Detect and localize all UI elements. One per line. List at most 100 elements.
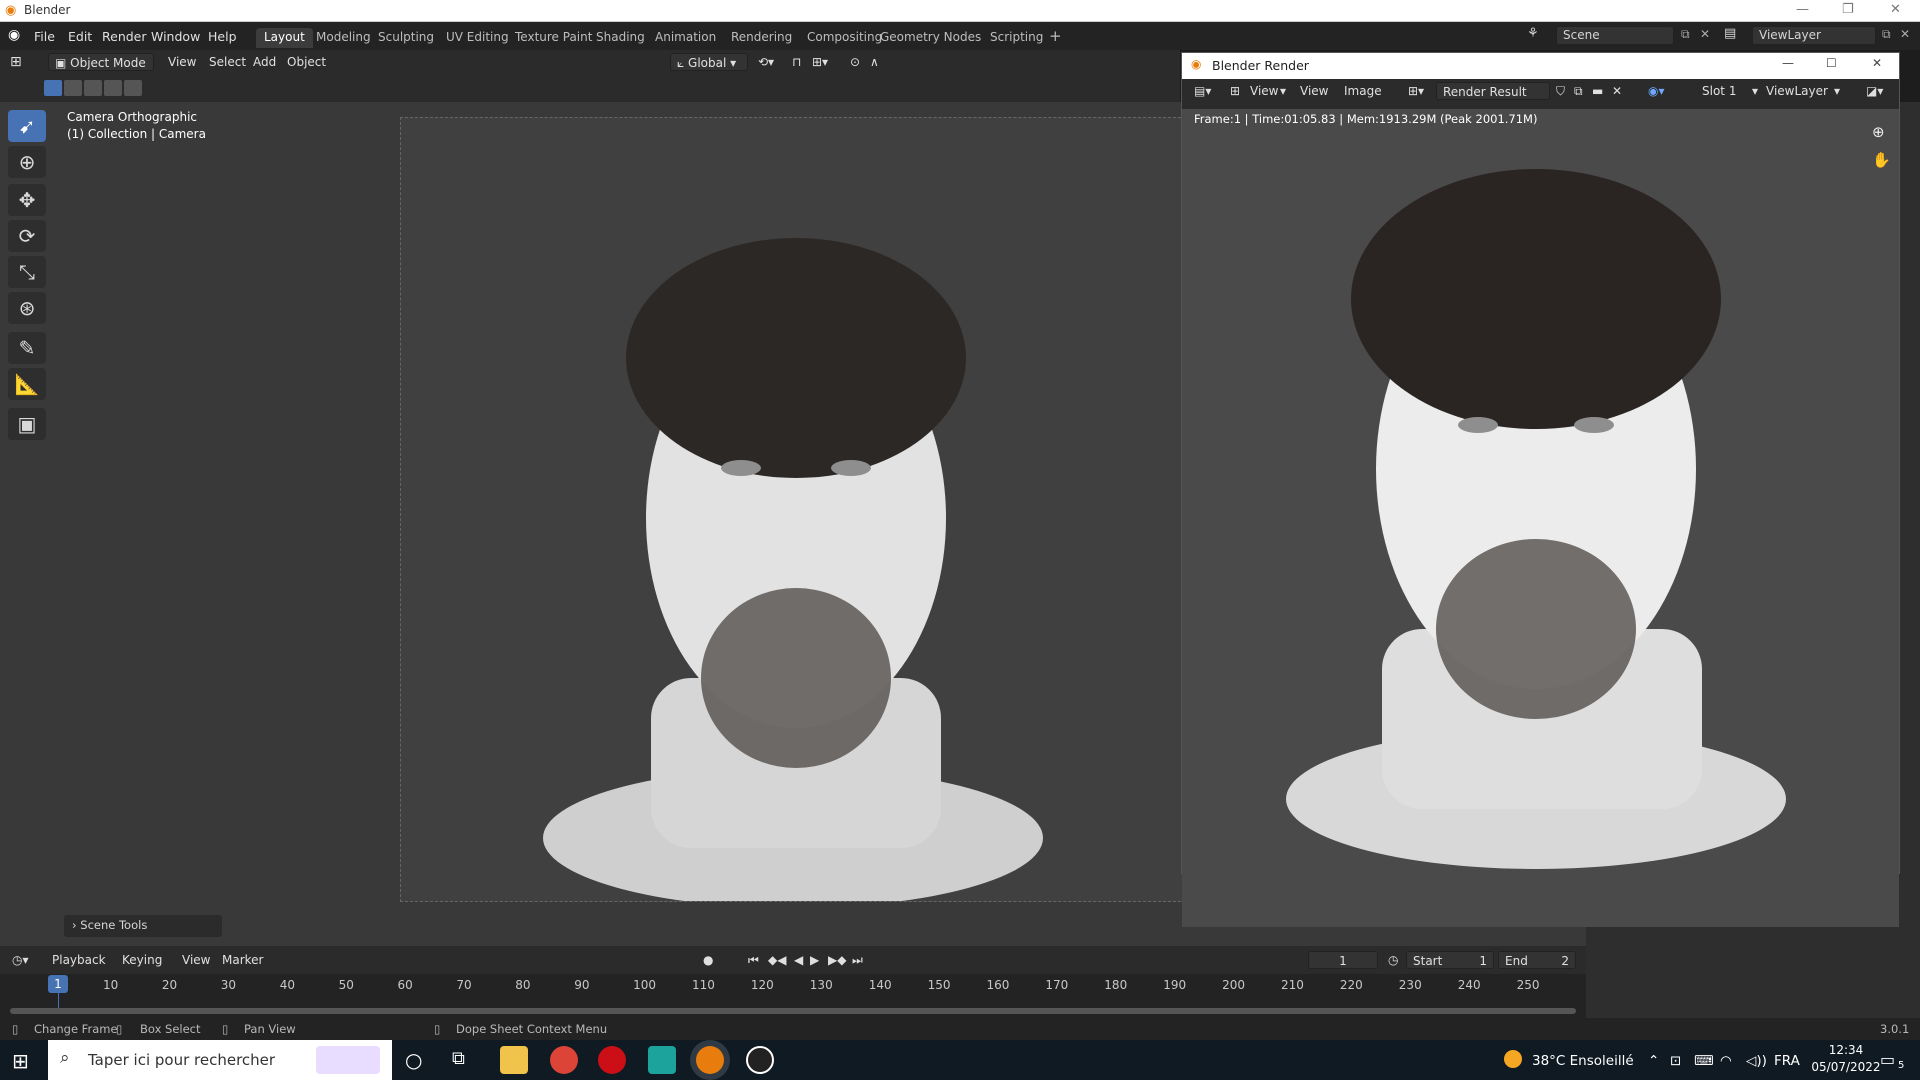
falloff-icon[interactable]: ∧ <box>870 53 879 71</box>
play-icon[interactable]: ▶ <box>810 951 819 969</box>
render-result-image[interactable] <box>1182 109 1899 927</box>
select-extend-icon[interactable] <box>64 80 82 96</box>
scene-selector[interactable]: Scene <box>1556 26 1674 45</box>
menu-help[interactable]: Help <box>208 29 237 44</box>
zoom-icon[interactable]: ⊕ <box>1872 123 1885 141</box>
timeline-scrollbar[interactable] <box>10 1008 1576 1014</box>
maximize-icon[interactable]: ☐ <box>1826 56 1837 70</box>
viewlayer-icon[interactable]: ▤ <box>1724 26 1736 41</box>
editor-type-icon[interactable]: ⊞ <box>10 53 22 71</box>
blender-menu-icon[interactable]: ◉ <box>8 27 20 43</box>
wifi-icon[interactable]: ◠ <box>1720 1053 1732 1069</box>
duplicate-icon[interactable]: ⧉ <box>1574 82 1583 100</box>
pan-hand-icon[interactable]: ✋ <box>1872 151 1891 169</box>
transform-tool-icon[interactable]: ⊛ <box>8 292 46 324</box>
restore-icon[interactable]: ❐ <box>1842 2 1854 17</box>
cursor-tool-icon[interactable]: ⊕ <box>8 146 46 178</box>
tab-uv-editing[interactable]: UV Editing <box>438 28 517 48</box>
close-icon[interactable]: ✕ <box>1890 2 1901 17</box>
rotate-tool-icon[interactable]: ⟳ <box>8 220 46 252</box>
select-subtract-icon[interactable] <box>84 80 102 96</box>
menu-select[interactable]: Select <box>209 53 246 71</box>
chrome-icon[interactable] <box>550 1046 578 1074</box>
network-icon[interactable]: ⊡ <box>1670 1053 1681 1069</box>
tab-layout[interactable]: Layout <box>256 28 313 48</box>
tab-modeling[interactable]: Modeling <box>308 28 379 48</box>
shield-icon[interactable]: ⛉ <box>1556 82 1565 100</box>
end-frame-field[interactable]: End 2 <box>1498 951 1576 969</box>
tab-sculpting[interactable]: Sculpting <box>370 28 442 48</box>
mode-selector[interactable]: ▣ Object Mode ▾ <box>48 53 154 88</box>
menu-view[interactable]: View <box>182 951 210 969</box>
notification-icon[interactable]: ▭ <box>1880 1050 1895 1069</box>
clock-date[interactable]: 05/07/2022 <box>1806 1060 1886 1074</box>
add-workspace-icon[interactable]: + <box>1049 27 1062 45</box>
menu-image[interactable]: Image <box>1344 82 1382 100</box>
next-keyframe-icon[interactable]: ▶◆ <box>828 951 846 969</box>
menu-marker[interactable]: Marker <box>222 951 263 969</box>
task-view-icon[interactable]: ⧉ <box>452 1048 465 1069</box>
menu-file[interactable]: File <box>34 29 55 44</box>
close-icon[interactable]: ✕ <box>1872 56 1882 70</box>
unreal-engine-icon[interactable] <box>746 1046 774 1074</box>
language-indicator[interactable]: FRA <box>1774 1053 1800 1069</box>
minimize-icon[interactable]: — <box>1782 56 1794 70</box>
scale-tool-icon[interactable]: ⤡ <box>8 256 46 288</box>
slot-selector[interactable]: Slot 1 <box>1702 82 1736 100</box>
menu-keying[interactable]: Keying <box>122 951 162 969</box>
menu-view-mode[interactable]: View <box>1250 82 1278 100</box>
keyboard-icon[interactable]: ⌨ <box>1694 1053 1714 1069</box>
unlink-icon[interactable]: ✕ <box>1612 82 1622 100</box>
menu-view[interactable]: View <box>1300 82 1328 100</box>
delete-viewlayer-icon[interactable]: ✕ <box>1900 27 1910 41</box>
volume-icon[interactable]: ◁)) <box>1746 1053 1767 1069</box>
delete-scene-icon[interactable]: ✕ <box>1700 27 1710 41</box>
select-box-tool-icon[interactable]: ➹ <box>8 110 46 142</box>
snap-icon[interactable]: ⊓ <box>792 53 801 71</box>
menu-playback[interactable]: Playback <box>52 951 106 969</box>
add-cube-tool-icon[interactable]: ▣ <box>8 408 46 440</box>
tab-rendering[interactable]: Rendering <box>723 28 800 48</box>
menu-render[interactable]: Render <box>102 29 147 44</box>
select-invert-icon[interactable] <box>104 80 122 96</box>
tab-shading[interactable]: Shading <box>588 28 653 48</box>
scene-icon[interactable]: ⚘ <box>1527 26 1539 41</box>
measure-tool-icon[interactable]: 📐 <box>8 368 46 400</box>
tab-texture-paint[interactable]: Texture Paint <box>507 28 600 48</box>
windows-start-icon[interactable]: ⊞ <box>12 1049 29 1073</box>
weather-text[interactable]: 38°C Ensoleillé <box>1532 1053 1634 1069</box>
tab-animation[interactable]: Animation <box>647 28 724 48</box>
overlay-icon[interactable]: ◉▾ <box>1648 82 1665 100</box>
current-frame-field[interactable]: 1 <box>1308 951 1378 969</box>
record-icon[interactable]: ● <box>703 951 713 969</box>
maya-icon[interactable] <box>648 1046 676 1074</box>
tab-scripting[interactable]: Scripting <box>982 28 1051 48</box>
select-intersect-icon[interactable] <box>124 80 142 96</box>
jump-end-icon[interactable]: ⏭ <box>852 951 863 969</box>
file-explorer-icon[interactable] <box>500 1046 528 1074</box>
folder-icon[interactable]: ▬ <box>1592 82 1603 100</box>
chevron-up-icon[interactable]: ⌃ <box>1648 1053 1659 1069</box>
menu-edit[interactable]: Edit <box>68 29 92 44</box>
scene-tools-panel[interactable]: › Scene Tools <box>64 915 222 937</box>
new-scene-icon[interactable]: ⧉ <box>1681 27 1690 42</box>
new-viewlayer-icon[interactable]: ⧉ <box>1882 27 1891 42</box>
annotate-tool-icon[interactable]: ✎ <box>8 332 46 364</box>
play-reverse-icon[interactable]: ◀ <box>794 951 803 969</box>
cortana-icon[interactable]: ○ <box>405 1048 422 1072</box>
select-new-icon[interactable] <box>44 80 62 96</box>
snap-target-icon[interactable]: ⊞▾ <box>812 53 828 71</box>
editor-type-icon[interactable]: ▤▾ <box>1194 82 1211 100</box>
orientation-selector[interactable]: ⟀ Global ▾ <box>670 53 748 71</box>
menu-window[interactable]: Window <box>151 29 200 44</box>
tab-geometry-nodes[interactable]: Geometry Nodes <box>872 28 989 48</box>
viewlayer-selector[interactable]: ViewLayer <box>1752 26 1876 45</box>
start-frame-field[interactable]: Start 1 <box>1406 951 1494 969</box>
clock-time[interactable]: 12:34 <box>1818 1043 1874 1057</box>
pivot-icon[interactable]: ⟲▾ <box>758 53 774 71</box>
view-mode-icon[interactable]: ⊞ <box>1230 82 1240 100</box>
minimize-icon[interactable]: — <box>1796 2 1809 17</box>
menu-view[interactable]: View <box>168 53 196 71</box>
clock-icon[interactable]: ◷▾ <box>12 951 29 969</box>
move-tool-icon[interactable]: ✥ <box>8 184 46 216</box>
